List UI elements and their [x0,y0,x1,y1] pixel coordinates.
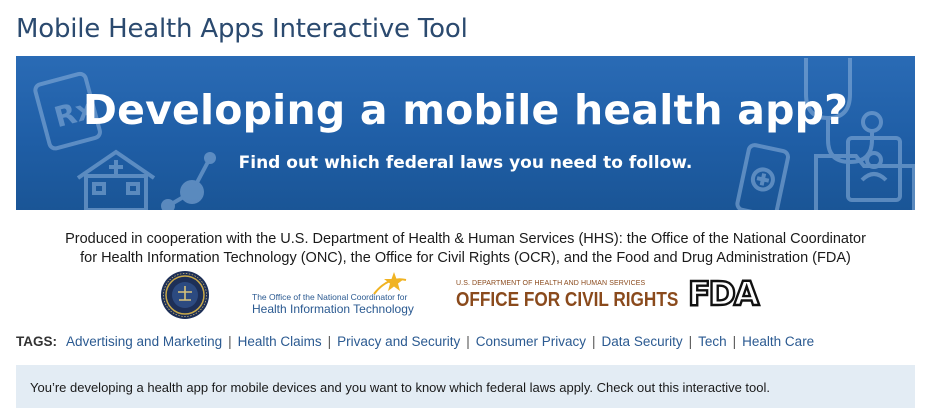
ftc-seal-logo[interactable] [160,270,210,320]
fda-logo[interactable]: FDA [687,274,770,313]
tag-separator: | [327,334,332,349]
onc-logo-line-1: The Office of the National Coordinator f… [252,292,408,302]
banner-subheadline: Find out which federal laws you need to … [238,153,693,173]
hero-banner[interactable]: Rx Developing a mobile health app? Find … [16,56,915,210]
intro-notice: You’re developing a health app for mobil… [16,365,915,408]
tag-health-care[interactable]: Health Care [742,334,814,349]
tag-tech[interactable]: Tech [698,334,727,349]
tag-separator: | [228,334,232,349]
tag-separator: | [592,334,596,349]
fda-logo-text: FDA [687,274,761,313]
ocr-logo-line-2: OFFICE FOR CIVIL RIGHTS [456,289,679,311]
partner-logos: The Office of the National Coordinator f… [0,268,929,324]
onc-logo-line-2: Health Information Technology [252,302,414,316]
tag-advertising-and-marketing[interactable]: Advertising and Marketing [66,334,222,349]
ocr-logo-line-1: U.S. DEPARTMENT OF HEALTH AND HUMAN SERV… [456,280,646,287]
banner-headline: Developing a mobile health app? [82,86,849,134]
tag-data-security[interactable]: Data Security [602,334,683,349]
cooperation-line-1: Produced in cooperation with the U.S. De… [65,231,866,247]
tag-privacy-and-security[interactable]: Privacy and Security [337,334,460,349]
tag-health-claims[interactable]: Health Claims [238,334,322,349]
ocr-logo[interactable]: U.S. DEPARTMENT OF HEALTH AND HUMAN SERV… [456,280,678,320]
page-title: Mobile Health Apps Interactive Tool [16,14,468,44]
tag-separator: | [688,334,693,349]
cooperation-line-2: for Health Information Technology (ONC),… [80,250,851,266]
onc-logo[interactable]: The Office of the National Coordinator f… [252,272,422,318]
cooperation-statement: Produced in cooperation with the U.S. De… [16,230,915,268]
tags-bar: TAGS: Advertising and Marketing | Health C… [16,334,814,349]
tag-separator: | [466,334,470,349]
intro-notice-text: You’re developing a health app for mobil… [30,380,770,395]
tag-consumer-privacy[interactable]: Consumer Privacy [476,334,586,349]
tag-separator: | [732,334,737,349]
tags-label: TAGS: [16,334,57,349]
